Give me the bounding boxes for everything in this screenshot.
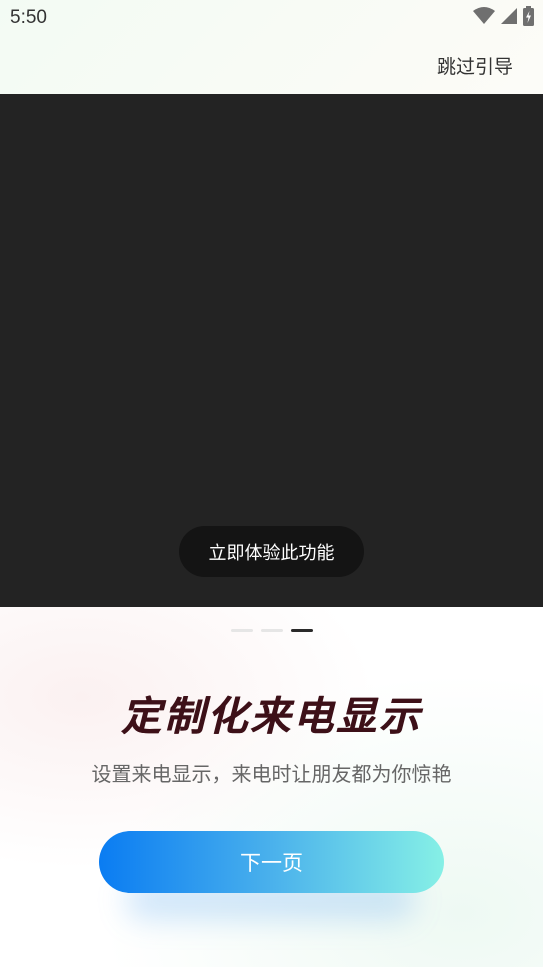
page-indicator-dot-1: [230, 629, 253, 632]
status-icons: [473, 6, 534, 30]
wifi-icon: [473, 7, 495, 29]
status-bar: 5:50: [0, 0, 543, 36]
signal-icon: [500, 7, 518, 29]
next-page-button[interactable]: 下一页: [99, 831, 444, 893]
battery-charging-icon: [523, 6, 534, 30]
guide-subtitle: 设置来电显示，来电时让朋友都为你惊艳: [91, 762, 452, 786]
try-feature-button[interactable]: 立即体验此功能: [179, 526, 364, 577]
skip-guide-button[interactable]: 跳过引导: [437, 52, 513, 79]
top-bar: 跳过引导: [0, 36, 543, 94]
status-time: 5:50: [10, 7, 47, 28]
page-indicator: [0, 629, 543, 632]
guide-title: 定制化来电显示: [121, 694, 422, 740]
page-indicator-dot-3-active: [290, 629, 313, 632]
page-indicator-dot-2: [260, 629, 283, 632]
